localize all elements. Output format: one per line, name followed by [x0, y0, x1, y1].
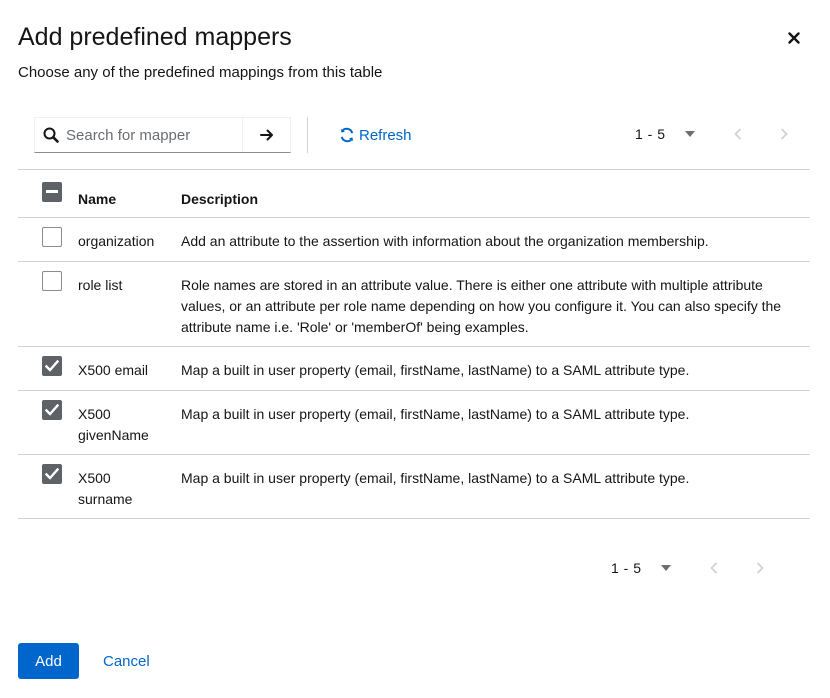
column-header-description: Description — [181, 191, 259, 207]
column-header-name[interactable]: Name — [78, 191, 116, 207]
mapper-name: organization — [78, 233, 155, 249]
row-checkbox[interactable] — [42, 356, 62, 376]
select-all-checkbox[interactable] — [42, 182, 62, 202]
table-row: X500 surname Map a built in user propert… — [18, 455, 810, 519]
check-icon — [45, 468, 59, 480]
table-header-row: Name Description — [18, 169, 810, 218]
mapper-description: Role names are stored in an attribute va… — [181, 277, 782, 335]
previous-page-button[interactable] — [703, 557, 725, 579]
pagination-bottom: 1 - 5 — [611, 557, 771, 579]
angle-right-icon — [780, 128, 788, 140]
mapper-name: X500 givenName — [78, 406, 149, 443]
table-row: organization Add an attribute to the ass… — [18, 218, 810, 262]
next-page-button[interactable] — [749, 557, 771, 579]
toolbar-divider — [307, 117, 308, 153]
table-row: role list Role names are stored in an at… — [18, 262, 810, 347]
close-button[interactable] — [780, 26, 808, 50]
next-page-button[interactable] — [773, 123, 795, 145]
refresh-button[interactable]: Refresh — [339, 124, 412, 146]
mapper-name: X500 email — [78, 362, 149, 378]
table-row: X500 givenName Map a built in user prope… — [18, 391, 810, 455]
check-icon — [45, 360, 59, 372]
table-row: X500 email Map a built in user property … — [18, 347, 810, 391]
angle-right-icon — [756, 562, 764, 574]
search-input[interactable] — [35, 118, 243, 152]
pagination-top: 1 - 5 — [635, 123, 795, 145]
close-icon — [788, 32, 800, 44]
previous-page-button[interactable] — [727, 123, 749, 145]
row-checkbox[interactable] — [42, 464, 62, 484]
search-input-wrapper — [35, 118, 244, 152]
row-checkbox[interactable] — [42, 400, 62, 420]
cancel-button[interactable]: Cancel — [95, 643, 158, 679]
modal-title: Add predefined mappers — [18, 23, 292, 51]
mapper-name: X500 surname — [78, 470, 133, 507]
mapper-name: role list — [78, 277, 123, 293]
pagination-range: 1 - 5 — [635, 126, 666, 142]
caret-down-icon — [684, 131, 695, 137]
mapper-description: Map a built in user property (email, fir… — [181, 362, 690, 378]
sync-icon — [340, 127, 354, 143]
check-icon — [45, 404, 59, 416]
pagination-toggle[interactable] — [660, 565, 671, 571]
mapper-description: Map a built in user property (email, fir… — [181, 406, 690, 422]
arrow-right-icon — [259, 129, 273, 141]
pagination-range: 1 - 5 — [611, 560, 642, 576]
search-icon — [43, 127, 59, 143]
minus-icon — [46, 190, 58, 193]
modal-description: Choose any of the predefined mappings fr… — [18, 64, 383, 81]
row-checkbox[interactable] — [42, 227, 62, 247]
search-submit-button[interactable] — [243, 118, 290, 152]
search-group — [34, 117, 291, 153]
mapper-description: Add an attribute to the assertion with i… — [181, 233, 709, 249]
caret-down-icon — [660, 565, 671, 571]
add-button[interactable]: Add — [18, 643, 79, 679]
angle-left-icon — [733, 128, 741, 140]
angle-left-icon — [709, 562, 717, 574]
refresh-label: Refresh — [359, 126, 412, 144]
mappers-table: Name Description organization Add an att… — [18, 169, 810, 519]
row-checkbox[interactable] — [42, 271, 62, 291]
mapper-description: Map a built in user property (email, fir… — [181, 470, 690, 486]
pagination-toggle[interactable] — [684, 131, 695, 137]
